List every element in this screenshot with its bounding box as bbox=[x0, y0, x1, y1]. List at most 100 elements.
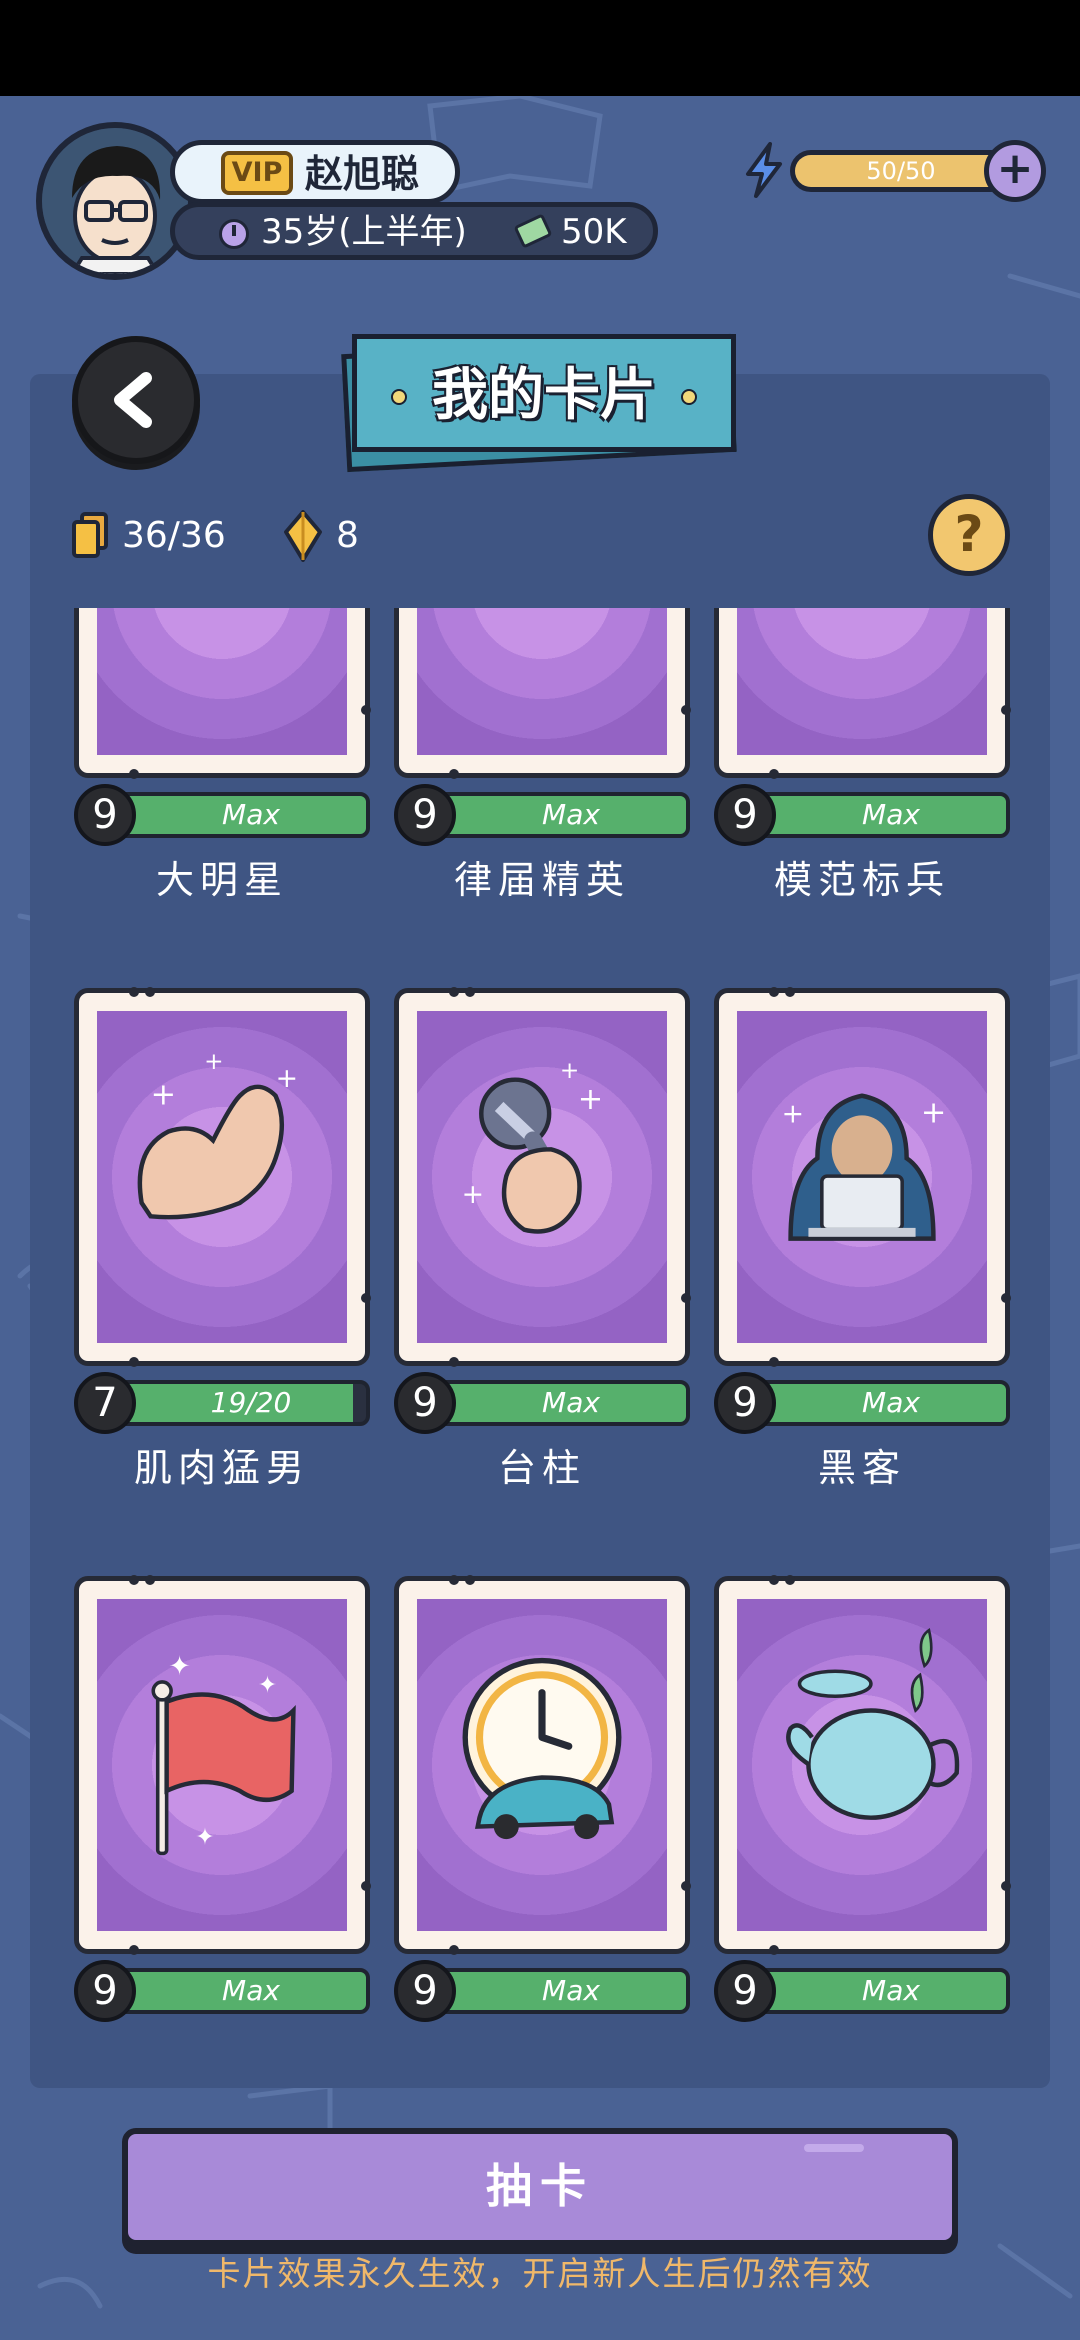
card-name: 肌肉猛男 bbox=[133, 1446, 310, 1490]
energy-text: 50/50 bbox=[866, 157, 936, 185]
level-progress-label: Max bbox=[862, 798, 920, 831]
card-background bbox=[97, 608, 347, 755]
card-level-row: 19/20 7 bbox=[74, 1372, 370, 1434]
card-mic[interactable]: + + + Max 9 台柱 bbox=[382, 987, 691, 1490]
card-name: 模范标兵 bbox=[773, 858, 950, 902]
card-frame[interactable]: + + + bbox=[394, 987, 691, 1367]
card-notch bbox=[1001, 1293, 1011, 1303]
level-progress-label: Max bbox=[862, 1386, 920, 1419]
microphone-icon: +++ bbox=[462, 1057, 603, 1234]
card-flag[interactable]: ✦ ✦ ✦ Max 9 bbox=[62, 1575, 371, 2022]
svg-text:+: + bbox=[921, 1096, 946, 1131]
player-age: 35岁(上半年) bbox=[261, 212, 467, 252]
level-progress-label: Max bbox=[542, 1386, 600, 1419]
button-shine bbox=[804, 2144, 864, 2152]
teapot-icon bbox=[786, 1627, 960, 1820]
card-notch bbox=[465, 987, 475, 997]
card-background: + + bbox=[737, 1011, 987, 1343]
avatar-portrait bbox=[42, 128, 188, 274]
suit-icon bbox=[417, 608, 667, 755]
add-energy-button[interactable]: + bbox=[984, 140, 1046, 202]
level-badge: 9 bbox=[714, 784, 776, 846]
sunglasses-icon bbox=[737, 608, 987, 755]
card-notch bbox=[769, 1357, 779, 1367]
card-notch bbox=[1001, 705, 1011, 715]
cards-grid[interactable]: Max 9 大明星 Max 9 律届精英 Max 9 模范标兵 + + +19/20 7 肌肉猛男 + + + M… bbox=[62, 608, 1018, 2026]
player-name: 赵旭聪 bbox=[305, 152, 420, 196]
card-notch bbox=[769, 769, 779, 779]
card-name: 台柱 bbox=[497, 1446, 586, 1490]
card-frame[interactable]: + + bbox=[714, 987, 1011, 1367]
level-badge: 9 bbox=[394, 1372, 456, 1434]
card-notch bbox=[785, 987, 795, 997]
card-notch bbox=[129, 1357, 139, 1367]
svg-text:✦: ✦ bbox=[168, 1651, 190, 1682]
card-lawyer[interactable]: Max 9 律届精英 bbox=[382, 608, 691, 902]
red-flag-icon: ✦ ✦ ✦ bbox=[151, 1651, 296, 1856]
card-notch bbox=[361, 1293, 371, 1303]
card-hacker[interactable]: + + Max 9 黑客 bbox=[702, 987, 1011, 1490]
status-bar bbox=[0, 0, 1080, 96]
card-notch bbox=[145, 1575, 155, 1585]
svg-text:+: + bbox=[151, 1078, 176, 1113]
card-level-row: Max 9 bbox=[394, 1960, 690, 2022]
level-progress-bar: Max bbox=[744, 792, 1010, 838]
card-frame[interactable]: + + + bbox=[74, 987, 371, 1367]
card-soldier[interactable]: Max 9 模范标兵 bbox=[702, 608, 1011, 902]
card-notch bbox=[681, 1293, 691, 1303]
card-notch bbox=[769, 1575, 779, 1585]
card-level-row: Max 9 bbox=[714, 1960, 1010, 2022]
card-level-row: Max 9 bbox=[394, 784, 690, 846]
card-muscle[interactable]: + + + 19/20 7 肌肉猛男 bbox=[62, 987, 371, 1490]
level-badge: 9 bbox=[394, 784, 456, 846]
card-frame[interactable] bbox=[714, 1575, 1011, 1955]
card-level-row: Max 9 bbox=[714, 1372, 1010, 1434]
card-background bbox=[417, 1599, 667, 1931]
page-title: 我的卡片 bbox=[432, 363, 656, 428]
player-avatar[interactable] bbox=[36, 122, 194, 280]
card-notch bbox=[449, 769, 459, 779]
player-money: 50K bbox=[561, 212, 627, 252]
card-frame[interactable] bbox=[394, 1575, 691, 1955]
level-badge: 9 bbox=[394, 1960, 456, 2022]
footer-note: 卡片效果永久生效，开启新人生后仍然有效 bbox=[207, 2254, 873, 2293]
card-clock[interactable]: Max 9 bbox=[382, 1575, 691, 2022]
level-progress-label: Max bbox=[542, 798, 600, 831]
card-level-row: Max 9 bbox=[714, 784, 1010, 846]
card-background: + + + bbox=[97, 1011, 347, 1343]
card-notch bbox=[449, 987, 459, 997]
title-plate: 我的卡片 bbox=[352, 334, 736, 452]
card-notch bbox=[769, 987, 779, 997]
level-badge: 9 bbox=[74, 784, 136, 846]
card-background bbox=[737, 608, 987, 755]
level-progress-bar: Max bbox=[424, 1380, 690, 1426]
card-frame[interactable]: ✦ ✦ ✦ bbox=[74, 1575, 371, 1955]
card-frame[interactable] bbox=[74, 608, 371, 779]
card-notch bbox=[361, 1881, 371, 1891]
trophy-icon bbox=[97, 608, 347, 755]
card-level-row: Max 9 bbox=[394, 1372, 690, 1434]
card-star[interactable]: Max 9 大明星 bbox=[62, 608, 371, 902]
draw-card-button[interactable]: 抽卡 bbox=[122, 2128, 958, 2246]
player-info-pill: 35岁(上半年) 50K bbox=[170, 202, 658, 260]
card-notch bbox=[681, 705, 691, 715]
card-frame[interactable] bbox=[714, 608, 1011, 779]
svg-text:+: + bbox=[462, 1179, 484, 1210]
svg-text:+: + bbox=[560, 1057, 579, 1084]
level-progress-label: Max bbox=[222, 1974, 280, 2007]
card-teapot[interactable]: Max 9 bbox=[702, 1575, 1011, 2022]
vip-badge[interactable]: VIP bbox=[221, 151, 293, 195]
card-level-row: Max 9 bbox=[74, 784, 370, 846]
cards-stack-icon bbox=[72, 512, 108, 558]
hacker-laptop-icon: + + bbox=[782, 1093, 946, 1241]
energy-bar: 50/50 bbox=[790, 150, 1012, 192]
card-level-row: Max 9 bbox=[74, 1960, 370, 2022]
card-background: + + + bbox=[417, 1011, 667, 1343]
card-background bbox=[417, 608, 667, 755]
card-frame[interactable] bbox=[394, 608, 691, 779]
back-button[interactable] bbox=[72, 336, 200, 464]
clock-car-icon bbox=[462, 1657, 622, 1840]
card-notch bbox=[129, 769, 139, 779]
level-progress-bar: Max bbox=[744, 1380, 1010, 1426]
help-button[interactable]: ? bbox=[928, 494, 1010, 576]
